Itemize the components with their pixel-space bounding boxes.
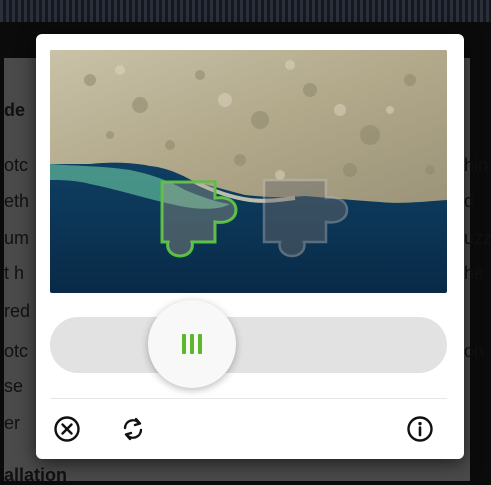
grip-lines-icon <box>198 334 202 354</box>
close-circle-icon <box>54 416 80 442</box>
background-text: on <box>464 341 485 361</box>
background-text: hin <box>464 155 489 175</box>
background-text: he <box>464 263 485 283</box>
background-text: d <box>464 191 475 211</box>
captcha-dialog <box>36 34 464 459</box>
background-text: t h <box>4 263 25 283</box>
puzzle-image <box>50 50 447 293</box>
background-text: se <box>4 376 24 396</box>
grip-lines-icon <box>190 334 194 354</box>
close-button[interactable] <box>50 412 84 446</box>
background-text: red <box>4 301 31 321</box>
grip-lines-icon <box>182 334 186 354</box>
background-text: um <box>4 228 30 248</box>
divider <box>50 398 447 399</box>
background-heading: allation <box>4 465 68 485</box>
background-text: uzz <box>464 228 491 248</box>
slider-track[interactable] <box>50 317 447 373</box>
background-text: otc <box>4 341 29 361</box>
info-button[interactable] <box>403 412 437 446</box>
background-heading: de <box>4 100 26 120</box>
background-text: eth <box>4 191 30 211</box>
background-text: otc <box>4 155 29 175</box>
refresh-button[interactable] <box>116 412 150 446</box>
background-text: er <box>4 413 21 433</box>
info-circle-icon <box>407 416 433 442</box>
refresh-icon <box>123 417 143 441</box>
top-bar <box>0 0 491 22</box>
slider-handle[interactable] <box>148 300 236 388</box>
